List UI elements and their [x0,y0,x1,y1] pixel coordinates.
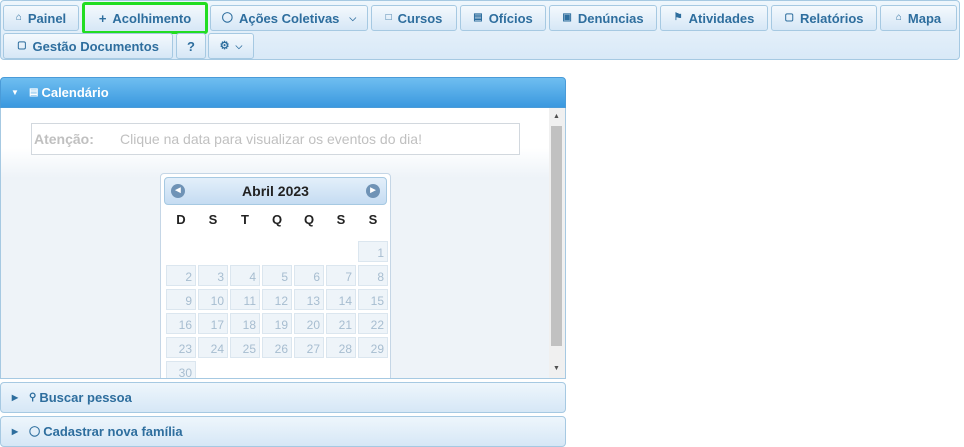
calendar-day[interactable]: 16 [166,313,196,334]
main-menu: ⌂ Painel + Acolhimento ◯ Ações Coletivas… [0,0,960,60]
menu-acoes-coletivas-button[interactable]: ◯ Ações Coletivas ⌵ [210,5,368,31]
scrollbar-thumb[interactable] [551,126,562,346]
menu-gestao-documentos-label: Gestão Documentos [32,38,159,54]
menu-relatorios-button[interactable]: ▢ Relatórios [771,5,877,31]
comment-icon: ▣ [562,12,572,23]
weekday-header: Q [271,212,283,227]
calendar-day[interactable]: 1 [358,241,388,262]
menu-relatorios-label: Relatórios [799,10,864,26]
triangle-down-icon: ▼ [11,88,19,97]
weekday-header: S [336,212,346,227]
document-icon: ▢ [17,40,27,51]
flag-icon: ⚑ [673,12,683,23]
menu-denuncias-button[interactable]: ▣ Denúncias [549,5,657,31]
menu-cursos-button[interactable]: □ Cursos [371,5,457,31]
weekday-header: S [368,212,378,227]
accordion-cadastrar-familia-header[interactable]: ▶ ◯ Cadastrar nova família [0,416,566,447]
calendar-day[interactable]: 22 [358,313,388,334]
calendar-day[interactable]: 30 [166,361,196,378]
calendar-day[interactable]: 13 [294,289,324,310]
gear-icon: ⚙ [219,39,230,52]
menu-mapa-button[interactable]: ⌂ Mapa [880,5,957,31]
document-icon: ▢ [784,12,794,23]
accordion-buscar-pessoa-label: Buscar pessoa [39,390,132,405]
weekday-header: D [176,212,186,227]
calendar-day[interactable]: 27 [294,337,324,358]
prev-month-icon[interactable]: ◀ [171,184,185,198]
menu-atividades-label: Atividades [688,10,755,26]
calendar-icon: ▤ [29,86,39,98]
calendar-day[interactable]: 23 [166,337,196,358]
accordion-calendario-label: Calendário [41,85,109,100]
scrollbar[interactable]: ▲ ▼ [549,108,565,378]
next-month-icon[interactable]: ▶ [366,184,380,198]
calendar-day[interactable]: 20 [294,313,324,334]
calendar-widget: ◀ Abril 2023 ▶ D S T Q Q S S 1 2 3 4 5 6 7 8 9 10 11 12 13 1… [160,173,391,378]
notice-label: Atenção: [34,131,94,147]
triangle-right-icon: ▶ [11,427,19,436]
notice-box: Atenção: Clique na data para visualizar … [31,123,520,155]
plus-icon: + [98,10,107,26]
menu-acolhimento-button[interactable]: + Acolhimento [82,2,208,34]
calendar-day[interactable]: 29 [358,337,388,358]
weekday-header: T [241,212,249,227]
menu-gestao-documentos-button[interactable]: ▢ Gestão Documentos [3,33,173,59]
help-button[interactable]: ? [176,33,206,59]
menu-cursos-label: Cursos [397,10,443,26]
calendar-day[interactable]: 3 [198,265,228,286]
menu-mapa-label: Mapa [907,10,942,26]
calendar-month-title: Abril 2023 [242,183,309,199]
calendar-day[interactable]: 12 [262,289,292,310]
calendar-day[interactable]: 26 [262,337,292,358]
user-icon: ◯ [29,425,41,437]
menu-oficios-button[interactable]: ▤ Ofícios [460,5,546,31]
calendar-day[interactable]: 5 [262,265,292,286]
scroll-down-icon[interactable]: ▼ [551,362,562,376]
chevron-down-icon: ⌵ [349,12,357,23]
menu-acoes-coletivas-label: Ações Coletivas [238,10,340,26]
menu-atividades-button[interactable]: ⚑ Atividades [660,5,768,31]
calendar-day[interactable]: 21 [326,313,356,334]
calendar-day[interactable]: 6 [294,265,324,286]
calendar-day[interactable]: 17 [198,313,228,334]
home-icon: ⌂ [895,12,902,23]
calendar-day[interactable]: 11 [230,289,260,310]
calendar-day[interactable]: 9 [166,289,196,310]
weekday-header: Q [303,212,315,227]
weekday-header: S [208,212,218,227]
calendar-day[interactable]: 7 [326,265,356,286]
scroll-up-icon[interactable]: ▲ [551,110,562,124]
menu-painel-button[interactable]: ⌂ Painel [3,5,79,31]
triangle-right-icon: ▶ [11,393,19,402]
calendar-day[interactable]: 4 [230,265,260,286]
calendar-day[interactable]: 19 [262,313,292,334]
settings-button[interactable]: ⚙ ⌵ [208,33,254,59]
book-icon: □ [385,12,392,23]
search-icon: ⚲ [29,391,37,403]
accordion-calendario-header[interactable]: ▼ ▤ Calendário [0,77,566,108]
menu-oficios-label: Ofícios [488,10,533,26]
home-icon: ⌂ [15,12,22,23]
help-label: ? [187,38,195,54]
building-icon: ▤ [473,12,483,23]
calendar-day[interactable]: 14 [326,289,356,310]
notice-text: Clique na data para visualizar os evento… [120,131,422,147]
calendar-day[interactable]: 28 [326,337,356,358]
accordion-buscar-pessoa-header[interactable]: ▶ ⚲ Buscar pessoa [0,382,566,413]
user-icon: ◯ [221,12,233,23]
calendar-day[interactable]: 25 [230,337,260,358]
menu-acolhimento-label: Acolhimento [112,10,192,26]
menu-denuncias-label: Denúncias [577,10,644,26]
chevron-down-icon: ⌵ [235,40,243,51]
calendar-day[interactable]: 15 [358,289,388,310]
calendar-day[interactable]: 2 [166,265,196,286]
calendar-header: ◀ Abril 2023 ▶ [164,177,387,205]
calendar-day[interactable]: 18 [230,313,260,334]
menu-painel-label: Painel [27,10,67,26]
accordion-cadastrar-familia-label: Cadastrar nova família [43,424,183,439]
calendar-day[interactable]: 24 [198,337,228,358]
calendar-day[interactable]: 10 [198,289,228,310]
calendar-panel: Atenção: Clique na data para visualizar … [0,108,566,379]
calendar-day[interactable]: 8 [358,265,388,286]
